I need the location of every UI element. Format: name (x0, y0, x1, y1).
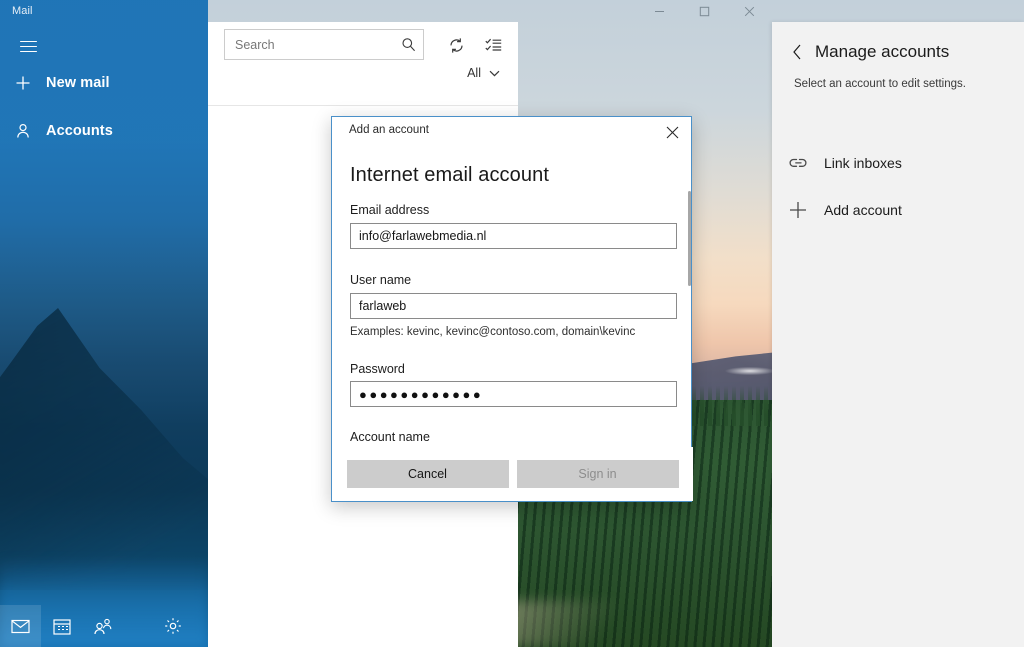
password-label: Password (350, 362, 405, 376)
link-icon (772, 155, 824, 171)
dialog-footer: Cancel Sign in (332, 447, 693, 501)
dialog-title: Add an account (349, 124, 429, 136)
sync-button[interactable] (443, 32, 469, 58)
select-mode-icon (484, 38, 501, 51)
nav-item-accounts-label: Accounts (46, 123, 113, 139)
plus-icon (0, 75, 46, 91)
select-mode-button[interactable] (480, 32, 506, 58)
person-icon (0, 123, 46, 139)
dialog-heading: Internet email account (350, 164, 549, 186)
plus-icon (772, 200, 824, 220)
link-inboxes-label: Link inboxes (824, 155, 902, 171)
link-inboxes-item[interactable]: Link inboxes (772, 143, 1024, 183)
hamburger-icon[interactable] (6, 28, 50, 64)
user-name-input[interactable] (351, 294, 676, 318)
calendar-icon[interactable] (41, 605, 82, 647)
add-account-dialog: Add an account Internet email account Em… (331, 116, 693, 502)
add-account-label: Add account (824, 202, 902, 218)
close-icon[interactable] (653, 117, 691, 147)
add-account-item[interactable]: Add account (772, 190, 1024, 230)
email-address-input[interactable] (351, 224, 676, 248)
sync-icon (449, 37, 463, 53)
maximize-icon[interactable] (682, 0, 727, 22)
search-box[interactable] (224, 29, 424, 60)
window-controls (637, 0, 772, 22)
search-icon (401, 37, 416, 57)
navigation-pane: Mail New mail Accounts (0, 0, 208, 647)
chevron-left-icon[interactable] (781, 36, 813, 68)
nav-bottom-bar (0, 605, 208, 647)
dialog-scrollbar[interactable] (688, 191, 691, 286)
page-title: Manage accounts (815, 42, 950, 61)
nav-item-new-mail[interactable]: New mail (0, 63, 208, 103)
minimize-icon[interactable] (637, 0, 682, 22)
people-icon[interactable] (82, 605, 123, 647)
email-address-label: Email address (350, 203, 430, 217)
sign-in-button[interactable]: Sign in (516, 460, 679, 488)
user-name-hint: Examples: kevinc, kevinc@contoso.com, do… (350, 326, 636, 338)
manage-accounts-pane: Manage accounts Select an account to edi… (772, 22, 1024, 647)
manage-accounts-header: Manage accounts (772, 34, 1024, 70)
email-address-field[interactable] (350, 223, 677, 249)
nav-item-accounts[interactable]: Accounts (0, 111, 208, 151)
chevron-down-icon (489, 66, 500, 80)
search-input[interactable] (225, 37, 390, 52)
account-name-label: Account name (350, 430, 430, 444)
user-name-label: User name (350, 273, 412, 287)
password-masked-value: ●●●●●●●●●●●● (359, 386, 484, 402)
screen: Mail New mail Accounts Search All Manage… (0, 0, 1024, 647)
password-field[interactable]: ●●●●●●●●●●●● (350, 381, 677, 407)
gear-icon[interactable] (152, 605, 193, 647)
envelope-icon[interactable] (0, 605, 41, 647)
close-icon[interactable] (727, 0, 772, 22)
filter-dropdown[interactable]: All (467, 66, 500, 80)
dialog-body: Internet email account Email address Use… (332, 147, 693, 471)
cancel-button[interactable]: Cancel (346, 460, 509, 488)
manage-accounts-subtitle: Select an account to edit settings. (794, 78, 966, 90)
user-name-field[interactable] (350, 293, 677, 319)
nav-item-new-mail-label: New mail (46, 75, 110, 91)
filter-label: All (467, 66, 481, 80)
app-title: Mail (12, 5, 33, 17)
